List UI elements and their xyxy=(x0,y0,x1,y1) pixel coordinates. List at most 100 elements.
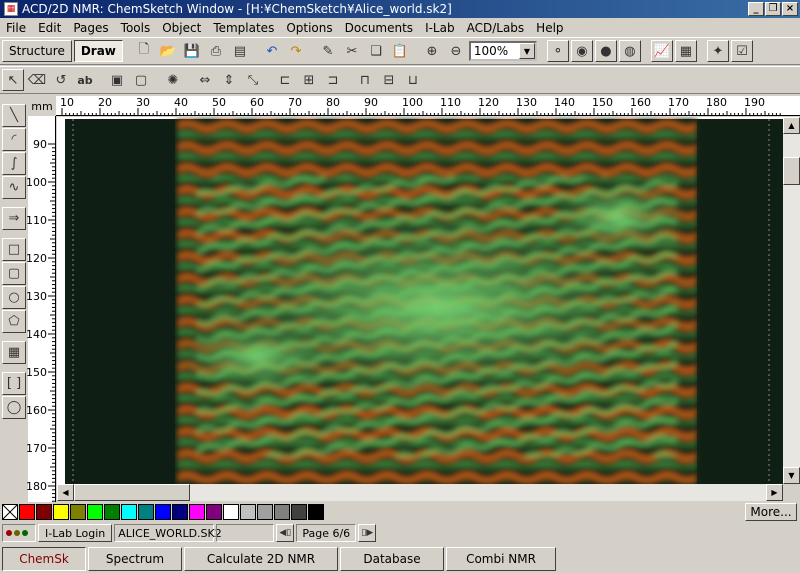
scroll-left-icon[interactable]: ◀ xyxy=(57,484,74,501)
save-icon[interactable]: 💾 xyxy=(180,40,203,62)
circle-tool-icon[interactable]: ○ xyxy=(2,286,26,309)
color-swatch[interactable] xyxy=(291,504,307,520)
scroll-up-icon[interactable]: ▲ xyxy=(783,117,800,134)
color-swatch[interactable] xyxy=(155,504,171,520)
sphere-icon[interactable]: ● xyxy=(594,40,617,62)
arc-tool-icon[interactable]: ◜ xyxy=(2,128,26,151)
menu-item-object[interactable]: Object xyxy=(156,21,207,35)
next-page-icon[interactable]: ▯▶ xyxy=(358,524,377,542)
scroll-right-icon[interactable]: ▶ xyxy=(766,484,783,501)
flip-vertical-icon[interactable]: ⇕ xyxy=(218,69,240,91)
zoom-select[interactable]: 100% ▼ xyxy=(468,41,537,61)
redo-icon[interactable]: ↷ xyxy=(284,40,307,62)
color-swatch[interactable] xyxy=(223,504,239,520)
app-database-button[interactable]: Database xyxy=(340,547,444,571)
resize-icon[interactable]: ⤡ xyxy=(242,69,264,91)
align-middle-icon[interactable]: ⊟ xyxy=(378,69,400,91)
color-swatch[interactable] xyxy=(87,504,103,520)
menu-item-i-lab[interactable]: I-Lab xyxy=(419,21,461,35)
color-swatch[interactable] xyxy=(19,504,35,520)
clean-structure-icon[interactable]: ✦ xyxy=(706,40,729,62)
color-swatch[interactable] xyxy=(172,504,188,520)
erase-icon[interactable]: ✎ xyxy=(316,40,339,62)
align-left-icon[interactable]: ⊏ xyxy=(274,69,296,91)
menu-item-documents[interactable]: Documents xyxy=(339,21,419,35)
callout-tool-icon[interactable]: ◯ xyxy=(2,396,26,419)
open-folder-icon[interactable]: 📂 xyxy=(156,40,179,62)
app-spectrum-button[interactable]: Spectrum xyxy=(88,547,182,571)
chart-icon[interactable]: 📈 xyxy=(650,40,673,62)
color-swatch[interactable] xyxy=(121,504,137,520)
new-document-icon[interactable]: 🗋 xyxy=(132,40,155,62)
line-tool-icon[interactable]: ╲ xyxy=(2,104,26,127)
menu-item-templates[interactable]: Templates xyxy=(207,21,280,35)
arrow-tool-icon[interactable]: ⇒ xyxy=(2,207,26,230)
menu-item-options[interactable]: Options xyxy=(280,21,338,35)
app-combi-nmr-button[interactable]: Combi NMR xyxy=(446,547,556,571)
align-right-icon[interactable]: ⊐ xyxy=(322,69,344,91)
group-icon[interactable]: ▣ xyxy=(106,69,128,91)
zoom-out-icon[interactable]: ⊖ xyxy=(444,40,467,62)
rounded-rect-tool-icon[interactable]: ▢ xyxy=(2,262,26,285)
ilab-login-button[interactable]: I-Lab Login xyxy=(38,524,113,542)
color-swatch[interactable] xyxy=(70,504,86,520)
undo-icon[interactable]: ↶ xyxy=(260,40,283,62)
print-icon[interactable]: ⎙ xyxy=(204,40,227,62)
color-swatch[interactable] xyxy=(308,504,324,520)
polygon-tool-icon[interactable]: ⬠ xyxy=(2,310,26,333)
structure-mode-button[interactable]: Structure xyxy=(2,40,72,62)
drawing-canvas[interactable] xyxy=(57,117,783,484)
no-color-swatch[interactable] xyxy=(2,504,18,520)
rotate-icon[interactable]: ✺ xyxy=(162,69,184,91)
draw-mode-button[interactable]: Draw xyxy=(73,40,123,62)
sphere-shaded-icon[interactable]: ◍ xyxy=(618,40,641,62)
color-swatch[interactable] xyxy=(189,504,205,520)
bond-style-icon[interactable]: ⚬ xyxy=(546,40,569,62)
more-colors-button[interactable]: More... xyxy=(745,503,797,521)
horizontal-scroll-thumb[interactable] xyxy=(74,484,190,501)
ball-stick-icon[interactable]: ◉ xyxy=(570,40,593,62)
bracket-tool-icon[interactable]: [ ] xyxy=(2,372,26,395)
color-swatch[interactable] xyxy=(274,504,290,520)
align-center-icon[interactable]: ⊞ xyxy=(298,69,320,91)
horizontal-scrollbar[interactable]: ◀ ▶ xyxy=(57,484,783,501)
flip-horizontal-icon[interactable]: ⇔ xyxy=(194,69,216,91)
color-swatch[interactable] xyxy=(53,504,69,520)
scroll-down-icon[interactable]: ▼ xyxy=(783,467,800,484)
menu-item-help[interactable]: Help xyxy=(530,21,569,35)
color-swatch[interactable] xyxy=(138,504,154,520)
color-swatch[interactable] xyxy=(240,504,256,520)
vertical-scrollbar[interactable]: ▲ ▼ xyxy=(783,117,800,484)
align-bottom-icon[interactable]: ⊔ xyxy=(402,69,424,91)
color-swatch[interactable] xyxy=(36,504,52,520)
color-swatch[interactable] xyxy=(206,504,222,520)
paste-icon[interactable]: 📋 xyxy=(388,40,411,62)
rectangle-tool-icon[interactable]: □ xyxy=(2,238,26,261)
table-tool-icon[interactable]: ▦ xyxy=(2,341,26,364)
cut-icon[interactable]: ✂ xyxy=(340,40,363,62)
minimize-button[interactable]: _ xyxy=(748,2,764,16)
close-button[interactable]: × xyxy=(782,2,798,16)
app-calculate-2d-nmr-button[interactable]: Calculate 2D NMR xyxy=(184,547,338,571)
prev-page-icon[interactable]: ◀▯ xyxy=(276,524,295,542)
app-icon[interactable]: ▦ xyxy=(4,2,18,16)
vertical-scroll-thumb[interactable] xyxy=(783,157,800,185)
print-preview-icon[interactable]: ▤ xyxy=(228,40,251,62)
grid-icon[interactable]: ▦ xyxy=(674,40,697,62)
align-top-icon[interactable]: ⊓ xyxy=(354,69,376,91)
restore-button[interactable]: ❐ xyxy=(765,2,781,16)
copy-icon[interactable]: ❏ xyxy=(364,40,387,62)
menu-item-pages[interactable]: Pages xyxy=(67,21,114,35)
ungroup-icon[interactable]: ▢ xyxy=(130,69,152,91)
app-chemsketch-button[interactable]: ChemSk xyxy=(2,547,86,571)
curve-tool-icon[interactable]: ∫ xyxy=(2,152,26,175)
color-swatch[interactable] xyxy=(104,504,120,520)
menu-item-tools[interactable]: Tools xyxy=(115,21,157,35)
select-arrow-icon[interactable]: ↖ xyxy=(2,69,24,91)
text-tool-icon[interactable]: ab xyxy=(74,69,96,91)
wave-tool-icon[interactable]: ∿ xyxy=(2,176,26,199)
menu-item-file[interactable]: File xyxy=(0,21,32,35)
eraser-icon[interactable]: ⌫ xyxy=(26,69,48,91)
zoom-in-icon[interactable]: ⊕ xyxy=(420,40,443,62)
rotate-select-icon[interactable]: ↺ xyxy=(50,69,72,91)
